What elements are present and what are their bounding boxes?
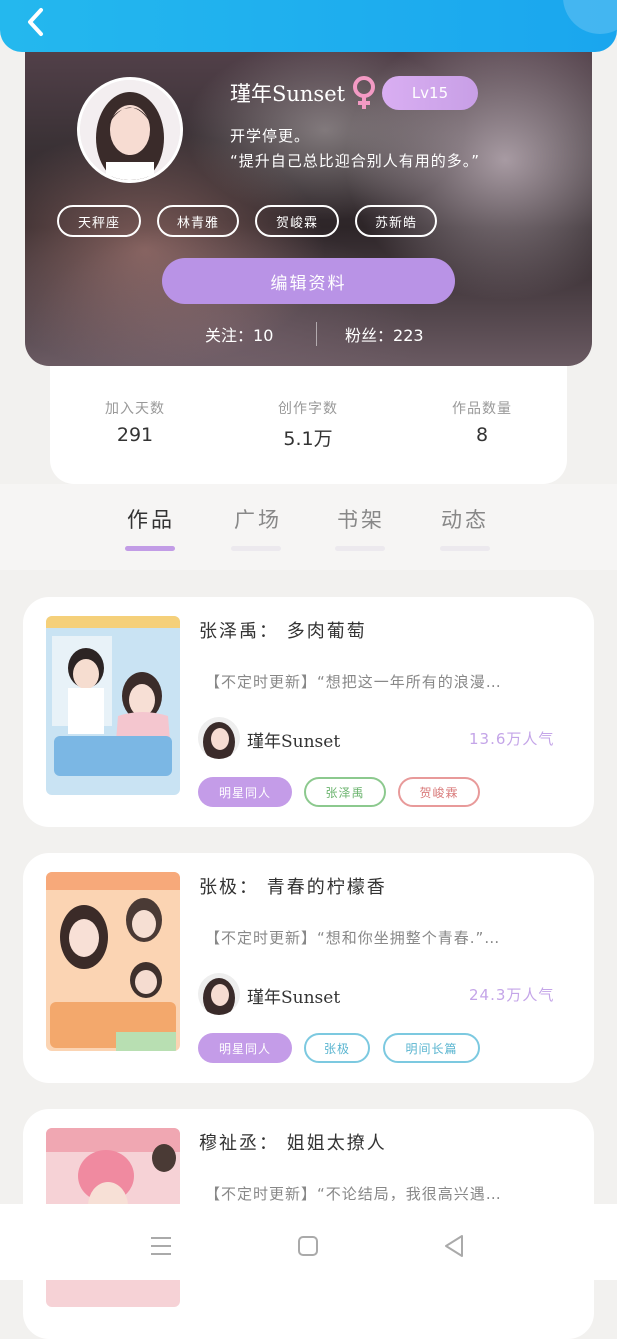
tab-square[interactable]: 广场 <box>218 504 298 534</box>
back-button[interactable] <box>18 4 54 40</box>
bio-line: “提升自己总比迎合别人有用的多。” <box>230 152 481 170</box>
top-bar <box>0 0 617 52</box>
tab-indicator <box>440 546 490 551</box>
following-value: 10 <box>253 326 274 345</box>
bio-line: 开学停更。 <box>230 127 311 145</box>
menu-button[interactable] <box>141 1226 181 1266</box>
chevron-left-icon <box>28 8 43 36</box>
system-navigation-bar <box>0 1204 617 1280</box>
home-button[interactable] <box>288 1226 328 1266</box>
tab-indicator-active <box>125 546 175 551</box>
edit-profile-button[interactable]: 编辑资料 <box>162 258 455 304</box>
profile-tag[interactable]: 天秤座 <box>57 205 141 237</box>
profile-tag[interactable]: 苏新皓 <box>355 205 437 237</box>
work-title[interactable]: 张泽禹： 多肉葡萄 <box>199 617 367 643</box>
avatar[interactable] <box>77 77 183 183</box>
tab-bookshelf[interactable]: 书架 <box>321 504 401 534</box>
author-name: 瑾年Sunset <box>247 732 341 752</box>
tab-indicator <box>335 546 385 551</box>
work-cover-image[interactable] <box>46 872 180 1051</box>
author-avatar <box>198 973 240 1015</box>
work-cover-image[interactable] <box>46 616 180 795</box>
author-avatar <box>198 717 240 759</box>
tab-indicator <box>231 546 281 551</box>
following-count[interactable]: 关注：10 <box>205 322 273 346</box>
following-label: 关注： <box>205 326 254 345</box>
fans-count[interactable]: 粉丝：223 <box>345 322 424 346</box>
work-tag[interactable]: 明星同人 <box>198 777 292 807</box>
popularity: 24.3万人气 <box>469 986 555 1004</box>
stat-join-days: 加入天数 291 <box>65 398 205 446</box>
work-description: 【不定时更新】“想和你坐拥整个青春.”… <box>205 929 501 947</box>
popularity: 13.6万人气 <box>469 730 555 748</box>
stat-label: 加入天数 <box>105 401 165 417</box>
female-icon <box>350 75 378 115</box>
system-back-button[interactable] <box>434 1226 474 1266</box>
author-name: 瑾年Sunset <box>247 988 341 1008</box>
stat-value: 291 <box>116 424 154 446</box>
work-description: 【不定时更新】“想把这一年所有的浪漫… <box>205 673 502 691</box>
profile-header: 瑾年Sunset Lv15 开学停更。 “提升自己总比迎合别人有用的多。” 天秤… <box>25 20 592 366</box>
stat-label: 创作字数 <box>278 401 338 417</box>
stat-works-count: 作品数量 8 <box>412 398 552 446</box>
level-badge: Lv15 <box>382 76 478 110</box>
fans-value: 223 <box>393 326 424 345</box>
stats-card: 加入天数 291 创作字数 5.1万 作品数量 8 <box>50 366 567 484</box>
tab-activity[interactable]: 动态 <box>425 504 505 534</box>
work-description: 【不定时更新】“不论结局，我很高兴遇… <box>205 1185 502 1203</box>
profile-tag[interactable]: 林青雅 <box>157 205 239 237</box>
username: 瑾年Sunset <box>230 82 346 106</box>
stat-value: 5.1万 <box>283 428 333 450</box>
fans-label: 粉丝： <box>345 326 394 345</box>
divider <box>316 322 317 346</box>
bio: 开学停更。 “提升自己总比迎合别人有用的多。” <box>230 124 480 174</box>
work-card[interactable]: 张泽禹： 多肉葡萄 【不定时更新】“想把这一年所有的浪漫… 瑾年Sunset 1… <box>23 597 594 827</box>
work-tag[interactable]: 明星同人 <box>198 1033 292 1063</box>
tab-bar: 作品 广场 书架 动态 <box>0 484 617 570</box>
square-icon <box>298 1236 318 1256</box>
work-tag[interactable]: 贺峻霖 <box>398 777 480 807</box>
tab-works[interactable]: 作品 <box>111 504 191 534</box>
work-title[interactable]: 张极： 青春的柠檬香 <box>199 873 387 899</box>
profile-tag[interactable]: 贺峻霖 <box>255 205 339 237</box>
stat-word-count: 创作字数 5.1万 <box>238 398 378 451</box>
work-card[interactable]: 张极： 青春的柠檬香 【不定时更新】“想和你坐拥整个青春.”… 瑾年Sunset… <box>23 853 594 1083</box>
decorative-bubble <box>563 0 617 34</box>
triangle-back-icon <box>445 1235 463 1257</box>
stat-value: 8 <box>475 424 489 446</box>
work-tag[interactable]: 明间长篇 <box>383 1033 480 1063</box>
menu-icon <box>151 1237 171 1255</box>
work-tag[interactable]: 张极 <box>304 1033 370 1063</box>
stat-label: 作品数量 <box>452 401 512 417</box>
work-title[interactable]: 穆祉丞： 姐姐太撩人 <box>199 1129 387 1155</box>
work-tag[interactable]: 张泽禹 <box>304 777 386 807</box>
